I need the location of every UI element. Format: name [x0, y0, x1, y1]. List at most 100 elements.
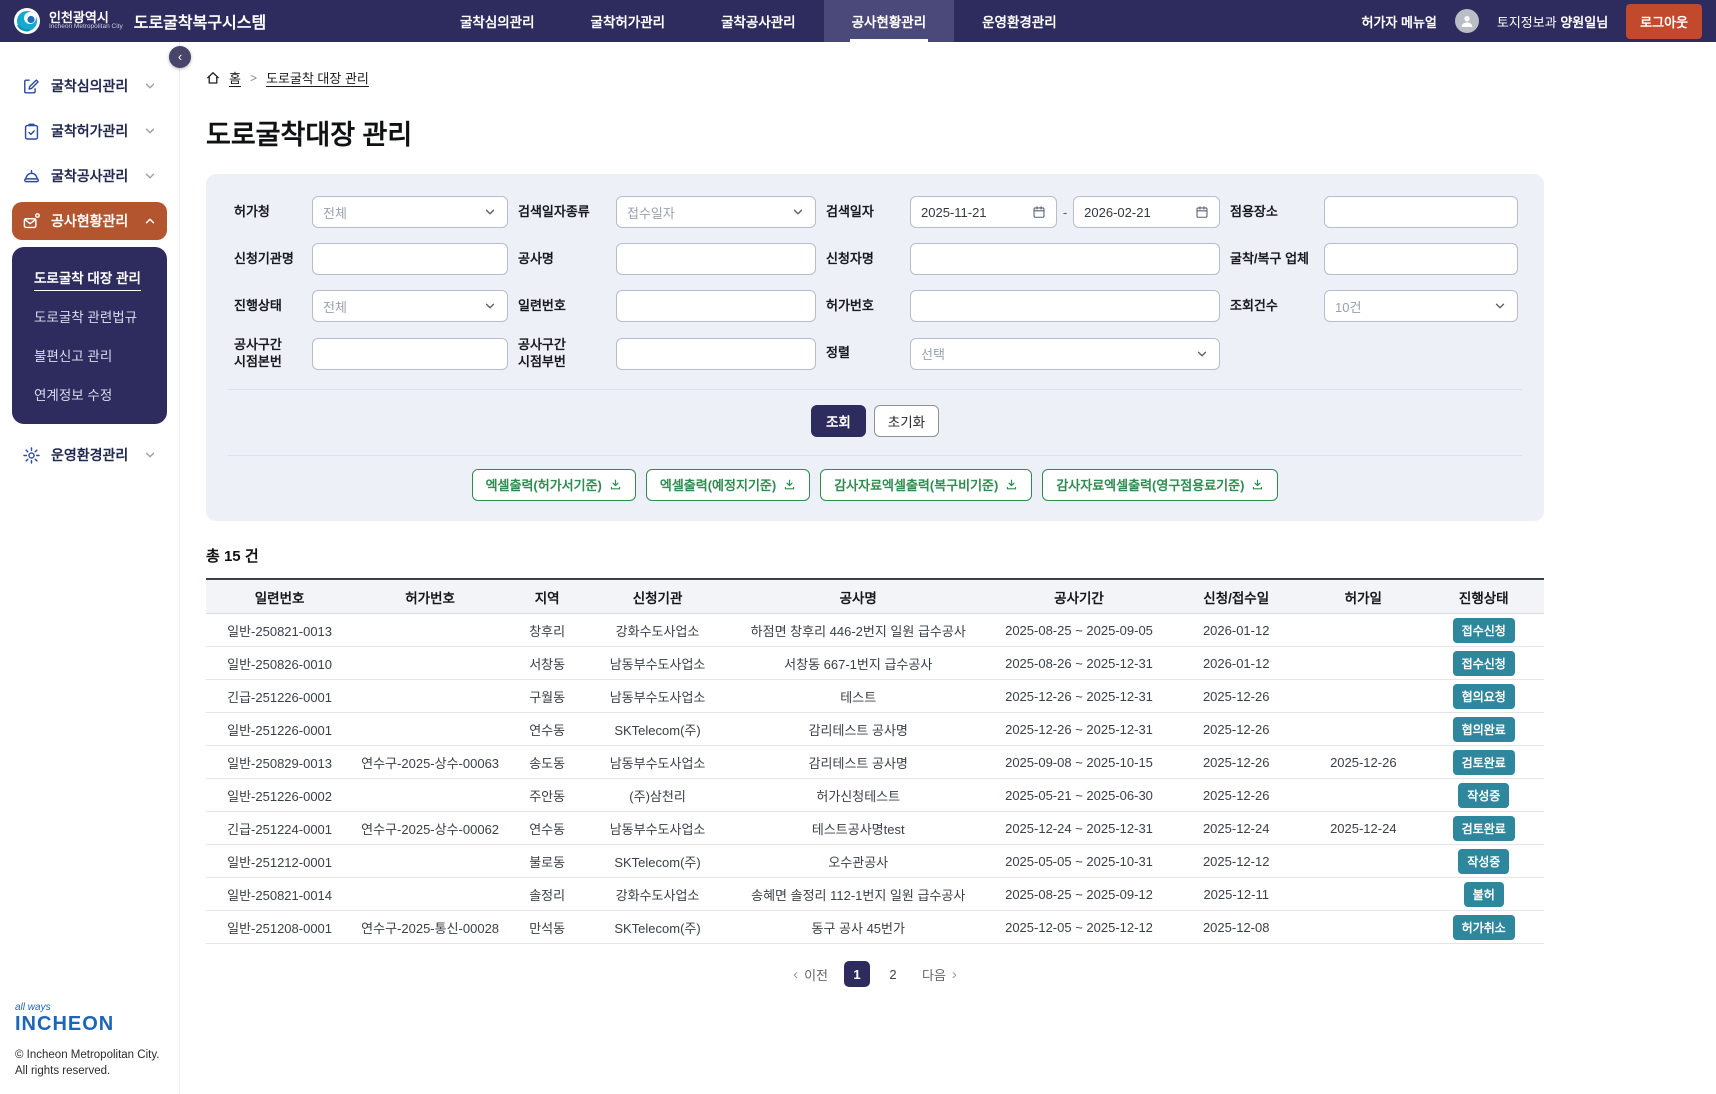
nav-item-4[interactable]: 공사현황관리 — [823, 0, 955, 42]
total-count: 총 15 건 — [206, 547, 259, 565]
cell-applicant: 남동부수도사업소 — [587, 745, 728, 780]
cell-period: 2025-05-21 ~ 2025-06-30 — [988, 778, 1170, 813]
section-start-main-input[interactable] — [312, 337, 508, 370]
table-row[interactable]: 일반-251226-0002 주안동 (주)삼천리 허가신청테스트 2025-05-21… — [206, 778, 1544, 813]
table-row[interactable]: 일반-250821-0014 솔정리 강화수도사업소 송혜면 솔정리 112-1번지 … — [206, 877, 1544, 912]
page-button-2[interactable]: 2 — [880, 961, 906, 987]
search-panel: 허가청 전체 검색일자종류 접수일자 검색일자 2025-11-21-2026-02-21… — [206, 174, 1544, 521]
submenu-item-2[interactable]: 도로굴착 관련법규 — [34, 306, 145, 326]
cell-applicant: 남동부수도사업소 — [587, 646, 728, 681]
table-row[interactable]: 일반-250821-0013 창후리 강화수도사업소 하점면 창후리 446-2번지 … — [206, 613, 1544, 648]
project-name-input[interactable] — [616, 243, 816, 275]
field-label: 검색일자종류 — [518, 203, 590, 219]
table-row[interactable]: 긴급-251224-0001 연수구-2025-상수-00062 연수동 남동부수도사… — [206, 811, 1544, 846]
table-row[interactable]: 일반-250829-0013 연수구-2025-상수-00063 송도동 남동부수도사… — [206, 745, 1544, 780]
cell-permitted: 2025-12-26 — [1303, 745, 1424, 780]
logout-button[interactable]: 로그아웃 — [1626, 3, 1702, 39]
chevron-down-icon — [1493, 299, 1507, 313]
progress-status-select[interactable]: 전체 — [312, 290, 508, 322]
cell-project: 오수관공사 — [727, 844, 989, 879]
search-date-range: 2025-11-21 -2026-02-21 — [910, 196, 1220, 228]
nav-item-1[interactable]: 굴착심의관리 — [432, 0, 563, 42]
excel-export-button-2[interactable]: 엑셀출력(예정지기준) — [645, 468, 811, 501]
cell-status: 허가취소 — [1423, 910, 1544, 945]
submenu-item-3[interactable]: 불편신고 관리 — [34, 345, 145, 365]
table-row[interactable]: 일반-251226-0001 연수동 SKTelecom(주) 감리테스트 공사명 20… — [206, 712, 1544, 747]
column-header-permitted: 허가일 — [1303, 578, 1424, 615]
sort-select[interactable]: 선택 — [910, 337, 1220, 370]
sidebar-item-3[interactable]: 굴착공사관리 — [12, 157, 167, 195]
column-header-serial: 일련번호 — [206, 578, 354, 615]
table-row[interactable]: 일반-251212-0001 불로동 SKTelecom(주) 오수관공사 2025-0… — [206, 844, 1544, 879]
nav-item-2[interactable]: 굴착허가관리 — [563, 0, 694, 42]
result-count-select[interactable]: 10건 — [1324, 290, 1518, 322]
date-from-input[interactable]: 2025-11-21 — [910, 196, 1057, 228]
field-label: 진행상태 — [234, 297, 282, 313]
home-icon[interactable] — [206, 71, 220, 85]
cell-received: 2025-12-24 — [1169, 811, 1304, 846]
cell-region: 불로동 — [507, 844, 588, 879]
field-label: 허가청 — [234, 203, 270, 219]
submenu-item-1[interactable]: 도로굴착 대장 관리 — [34, 267, 145, 291]
cell-received: 2025-12-12 — [1169, 844, 1304, 879]
breadcrumb-current[interactable]: 도로굴착 대장 관리 — [266, 68, 369, 87]
table-row[interactable]: 일반-251208-0001 연수구-2025-통신-00028 만석동 SKTele… — [206, 910, 1544, 945]
cell-project: 테스트 — [727, 679, 989, 714]
clipboard-check-icon — [22, 122, 41, 141]
excel-export-button-1[interactable]: 엑셀출력(허가서기준) — [471, 468, 636, 501]
permit-office-select[interactable]: 전체 — [312, 196, 508, 228]
selected-value: 접수일자 — [627, 205, 675, 221]
cell-serial: 일반-251208-0001 — [206, 910, 354, 945]
chevron-down-icon — [143, 448, 157, 462]
cell-serial: 일반-250821-0014 — [206, 877, 354, 912]
breadcrumb-home[interactable]: 홈 — [229, 68, 241, 87]
org-name-en: Incheon Metropolitan City — [49, 23, 123, 31]
submenu-item-4[interactable]: 연계정보 수정 — [34, 384, 145, 404]
search-date-type-select[interactable]: 접수일자 — [616, 196, 816, 228]
section-start-sub-input[interactable] — [616, 337, 816, 370]
column-header-period: 공사기간 — [988, 578, 1170, 615]
excel-export-button-4[interactable]: 감사자료엑셀출력(영구점용료기준) — [1042, 468, 1279, 501]
sidebar: 굴착심의관리굴착허가관리굴착공사관리공사현황관리도로굴착 대장 관리도로굴착 관… — [0, 42, 180, 1094]
nav-item-3[interactable]: 굴착공사관리 — [693, 0, 824, 42]
reset-button[interactable]: 초기화 — [873, 404, 940, 437]
sidebar-item-4[interactable]: 공사현황관리 — [12, 202, 167, 240]
applicant-name-input[interactable] — [910, 243, 1220, 275]
serial-no-input[interactable] — [616, 290, 816, 322]
excel-export-button-3[interactable]: 감사자료엑셀출력(복구비기준) — [820, 468, 1033, 501]
status-badge: 검토완료 — [1452, 815, 1515, 841]
action-row: 조회 초기화 — [228, 404, 1522, 437]
search-button[interactable]: 조회 — [810, 404, 866, 437]
applicant-org-input[interactable] — [312, 243, 508, 275]
pagination-next[interactable]: 다음 › — [922, 965, 957, 984]
page-button-1[interactable]: 1 — [844, 961, 870, 988]
cell-status: 접수신청 — [1423, 613, 1544, 648]
nav-item-5[interactable]: 운영환경관리 — [954, 0, 1085, 42]
sidebar-item-1[interactable]: 굴착심의관리 — [12, 67, 167, 105]
cell-received: 2026-01-12 — [1169, 613, 1304, 648]
date-to-input[interactable]: 2026-02-21 — [1073, 196, 1220, 228]
status-badge: 협의요청 — [1452, 683, 1515, 709]
permit-no-input[interactable] — [910, 290, 1220, 322]
sidebar-collapse-button[interactable]: ‹ — [169, 46, 191, 68]
cell-status: 협의완료 — [1423, 712, 1544, 747]
sidebar-item-5[interactable]: 운영환경관리 — [12, 436, 167, 474]
cell-permitted — [1303, 712, 1424, 747]
cell-applicant: SKTelecom(주) — [587, 712, 728, 747]
pagination-prev[interactable]: ‹ 이전 — [793, 965, 828, 984]
cell-status: 협의요청 — [1423, 679, 1544, 714]
field-label: 허가번호 — [826, 297, 874, 313]
sidebar-item-2[interactable]: 굴착허가관리 — [12, 112, 167, 150]
contractor-input[interactable] — [1324, 243, 1518, 275]
table-row[interactable]: 긴급-251226-0001 구월동 남동부수도사업소 테스트 2025-12-26 ~… — [206, 679, 1544, 714]
table-row[interactable]: 일반-250826-0010 서창동 남동부수도사업소 서창동 667-1번지 급수공… — [206, 646, 1544, 681]
manual-link[interactable]: 허가자 메뉴얼 — [1362, 12, 1437, 31]
occupancy-place-input[interactable] — [1324, 196, 1518, 228]
mail-person-icon — [22, 212, 41, 231]
cell-project: 감리테스트 공사명 — [727, 745, 989, 780]
status-badge: 접수신청 — [1452, 617, 1515, 643]
search-form: 허가청 전체 검색일자종류 접수일자 검색일자 2025-11-21-2026-02-21… — [228, 196, 1522, 371]
download-icon — [1005, 478, 1018, 491]
cell-permit-no: 연수구-2025-통신-00028 — [353, 910, 508, 945]
org-name: 인천광역시 — [49, 9, 109, 25]
